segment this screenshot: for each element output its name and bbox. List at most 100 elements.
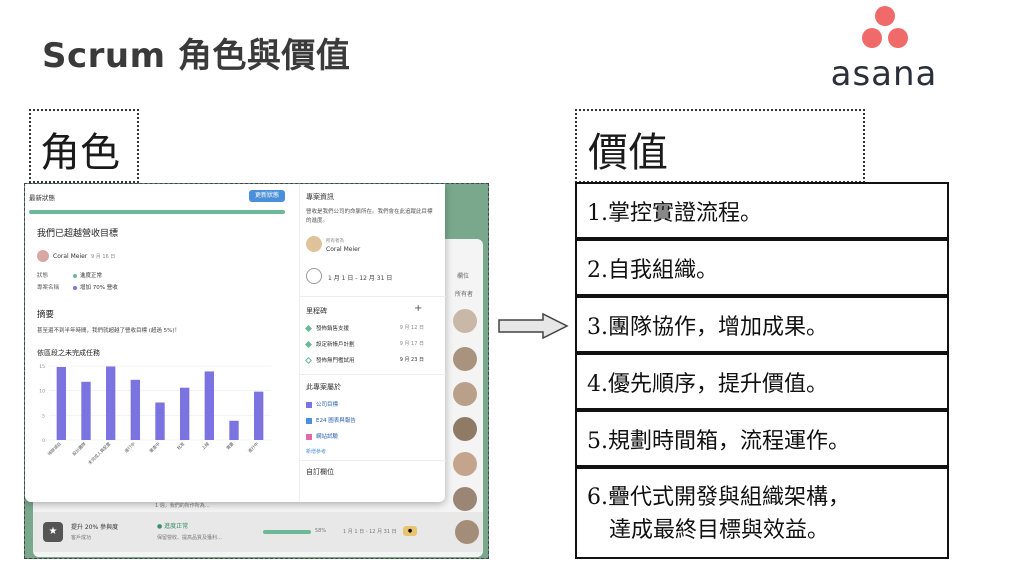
chart-y-tick-label: 5: [42, 413, 45, 419]
chart-bar: [81, 381, 91, 440]
update-status-button[interactable]: 更新狀態: [249, 190, 285, 202]
chart-title: 依區段之未完成任務: [37, 349, 100, 357]
asana-screenshot: 所有者 欄位 ★ 提升 20% 參與度 客戶成功 ● 進度正常 保留營收、提高品…: [24, 183, 489, 559]
bg-avatar: [453, 309, 477, 333]
milestone-done-icon: [304, 340, 313, 349]
bottom-progress-bar: [263, 530, 311, 534]
resource-link[interactable]: E24 圖表與報告: [306, 416, 356, 424]
divider: [300, 374, 446, 375]
value-text-line2: 達成最終目標與效益。: [587, 518, 830, 543]
owner-avatar[interactable]: [306, 236, 322, 252]
author-avatar[interactable]: [37, 250, 49, 262]
project-info-text: 營收是我們公司的命脈所在。我們會在此追蹤此目標的進度。: [306, 209, 433, 224]
resources-title: 此專案屬於: [306, 383, 341, 391]
roles-label: 角色: [40, 130, 120, 176]
asana-logo-dots-icon: [860, 6, 910, 52]
milestone-date: 9 月 23 日: [399, 357, 424, 363]
status-dot-icon: [73, 273, 77, 278]
resource-link[interactable]: 公司目標: [306, 400, 338, 408]
value-item: 1.掌控實證流程。: [575, 182, 949, 239]
milestone-item[interactable]: 發佈銷售支援 9 月 12 日: [304, 324, 424, 333]
values-label: 價值: [588, 130, 668, 176]
milestone-done-icon: [304, 324, 313, 333]
owner-name: Coral Meier: [326, 246, 361, 253]
slide-title: Scrum 角色與價值: [42, 36, 351, 76]
bottom-project-status: ● 進度正常: [157, 523, 189, 530]
bg-avatar: [453, 487, 477, 511]
project-dot-icon: [73, 285, 77, 290]
summary-text: 甚至還不到半年時間，我們就超越了營收目標 (超過 5%)！: [37, 328, 181, 334]
resource-link[interactable]: 網站試驗: [306, 432, 338, 440]
bottom-project-name: 提升 20% 參與度: [71, 524, 119, 531]
calendar-icon: [306, 268, 322, 284]
owner-label: 所有者為: [326, 239, 344, 244]
chart-x-tick-label: 批准: [175, 440, 186, 451]
resource-label: E24 圖表與報告: [316, 418, 356, 424]
value-text: 2.自我組織。: [587, 257, 718, 283]
value-item: 2.自我組織。: [575, 239, 949, 296]
bg-avatar: [453, 452, 477, 476]
chart-bar: [229, 420, 239, 440]
bottom-badge: ●: [403, 526, 417, 536]
milestone-open-icon: [304, 356, 313, 365]
milestone-label: 設定新帳戶計劃: [316, 342, 355, 348]
status-panel: 最新狀態 更新狀態 我們已超越營收目標 Coral Meier 9 月 16 日…: [25, 184, 289, 502]
project-info-panel: 專案資訊 營收是我們公司的命脈所在。我們會在此追蹤此目標的進度。 所有者為 Co…: [299, 184, 446, 502]
custom-fields-title: 自訂欄位: [306, 468, 334, 476]
add-milestone-button[interactable]: +: [414, 303, 422, 314]
asana-logo-text: asana: [830, 54, 938, 94]
chart-x-tick-label: 進行中: [246, 440, 260, 454]
chart-bar: [56, 366, 67, 440]
chart-bar: [105, 366, 116, 440]
chart-y-tick-label: 0: [42, 438, 45, 444]
value-text: 1.掌控實證流程。: [587, 200, 762, 226]
milestone-item[interactable]: 設定新帳戶計劃 9 月 17 日: [304, 340, 424, 349]
status-color-bar: [29, 210, 285, 214]
milestone-item[interactable]: 發佈無門檻試用 9 月 23 日: [304, 356, 424, 365]
summary-title: 摘要: [37, 310, 55, 320]
bottom-project-row[interactable]: ★ 提升 20% 參與度 客戶成功 ● 進度正常 保留營收、提高品質及獲利… 5…: [33, 512, 483, 552]
chart-x-tick-label: 上線: [200, 440, 211, 451]
project-key: 專案名稱: [37, 285, 60, 291]
value-item: 3.團隊協作，增加成果。: [575, 296, 949, 353]
project-info-title: 專案資訊: [306, 193, 334, 201]
milestone-label: 發佈銷售支援: [316, 326, 350, 332]
chart-icon: [306, 417, 312, 424]
value-text: 3.團隊協作，增加成果。: [587, 314, 828, 340]
value-item: 5.規劃時間箱，流程運作。: [575, 410, 949, 467]
bg-avatar: [453, 417, 477, 441]
bg-avatar: [453, 382, 477, 406]
star-icon: ★: [43, 522, 63, 542]
chart-x-tick-label: 進行中: [123, 440, 137, 454]
milestone-date: 9 月 12 日: [399, 325, 424, 331]
divider: [300, 460, 446, 461]
asana-logo: asana: [818, 6, 950, 94]
status-key: 狀態: [37, 273, 49, 279]
divider: [300, 296, 446, 297]
incomplete-tasks-chart: 151050 待辦項目 設計團隊 未完成人員配置 進行中 審查中 批准 上線 需要 進行中: [39, 364, 271, 466]
project-value[interactable]: 增加 70% 營收: [73, 283, 118, 291]
chart-x-tick-label: 待辦項目: [46, 440, 63, 457]
author-date: 9 月 16 日: [91, 254, 116, 260]
milestone-label: 發佈無門檻試用: [316, 358, 355, 364]
status-value: 進度正常: [73, 271, 102, 279]
value-item: 6.疊代式開發與組織架構， 達成最終目標與效益。: [575, 467, 949, 559]
chart-bar: [130, 379, 141, 440]
project-value-text: 增加 70% 營收: [80, 285, 118, 291]
bg-column-owner: 所有者: [454, 291, 473, 298]
value-text: 6.疊代式開發與組織架構，: [587, 485, 850, 510]
chart-bar: [204, 371, 215, 440]
bottom-project-status-note: 保留營收、提高品質及獲利…: [157, 535, 223, 541]
chart-icon: [306, 401, 312, 408]
bottom-project-team: 客戶成功: [71, 535, 92, 541]
chart-x-tick-label: 需要: [225, 441, 235, 451]
milestone-date: 9 月 17 日: [399, 341, 424, 347]
resource-label: 網站試驗: [316, 434, 339, 440]
chart-y-tick-label: 10: [39, 389, 45, 395]
add-reference-link[interactable]: 新增參考: [306, 448, 326, 455]
value-text: 4.優先順序，提升價值。: [587, 371, 828, 397]
project-date-range[interactable]: 1 月 1 日 - 12 月 31 日: [328, 273, 392, 282]
value-item: 4.優先順序，提升價值。: [575, 353, 949, 410]
chart-x-tick-label: 未完成人員配置: [86, 440, 112, 466]
status-panel-title: 最新狀態: [29, 194, 55, 202]
